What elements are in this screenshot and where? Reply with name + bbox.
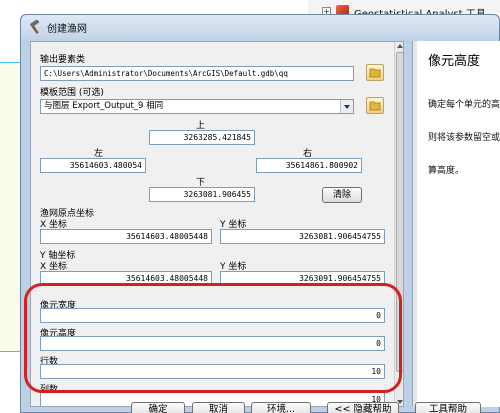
help-line: 则将该参数留空或: [428, 133, 500, 143]
browse-folder-button[interactable]: [366, 64, 384, 81]
help-title: 像元高度: [428, 54, 481, 69]
hammer-icon: [30, 20, 40, 34]
output-field[interactable]: C:\Users\Administrator\Documents\ArcGIS\…: [40, 66, 354, 81]
help-text: 确定每个单元的高 则将该参数留空或 算高度。: [428, 78, 500, 199]
hide-help-button[interactable]: << 隐藏帮助: [327, 402, 399, 413]
folder-icon: [369, 101, 381, 111]
clear-button[interactable]: 清除: [322, 187, 362, 203]
extent-top-field[interactable]: 3263285.421845: [149, 130, 255, 145]
output-label: 输出要素类: [40, 55, 86, 65]
dialog-titlebar[interactable]: 创建渔网: [21, 15, 499, 39]
cancel-button[interactable]: 取消: [192, 402, 245, 413]
extent-left-field[interactable]: 35614603.480054: [40, 158, 146, 173]
origin-x-field[interactable]: 35614603.48005448: [40, 229, 212, 244]
help-line: 确定每个单元的高: [428, 100, 500, 110]
extent-bottom-field[interactable]: 3263081.906455: [149, 187, 255, 202]
tool-help-button[interactable]: 工具帮助: [415, 402, 481, 413]
chevron-down-icon[interactable]: [340, 100, 353, 113]
origin-y-field[interactable]: 3263081.906454755: [220, 229, 385, 244]
red-annotation-outline: [24, 283, 402, 393]
template-select-value: 与图层 Export_Output_9 相同: [44, 101, 164, 111]
template-select[interactable]: 与图层 Export_Output_9 相同: [40, 99, 354, 114]
browse-template-button[interactable]: [366, 97, 384, 114]
extent-right-field[interactable]: 35614861.800902: [256, 158, 362, 173]
help-splitter[interactable]: [413, 41, 417, 407]
scroll-up-icon[interactable]: [397, 44, 403, 48]
template-label: 模板范围 (可选): [40, 88, 104, 98]
environment-button[interactable]: 环境...: [251, 402, 311, 413]
folder-icon: [369, 68, 381, 78]
dialog-title: 创建渔网: [47, 24, 87, 35]
help-line: 算高度。: [428, 166, 465, 176]
help-panel: 像元高度 确定每个单元的高 则将该参数留空或 算高度。: [412, 41, 500, 407]
ok-button[interactable]: 确定: [131, 402, 185, 413]
